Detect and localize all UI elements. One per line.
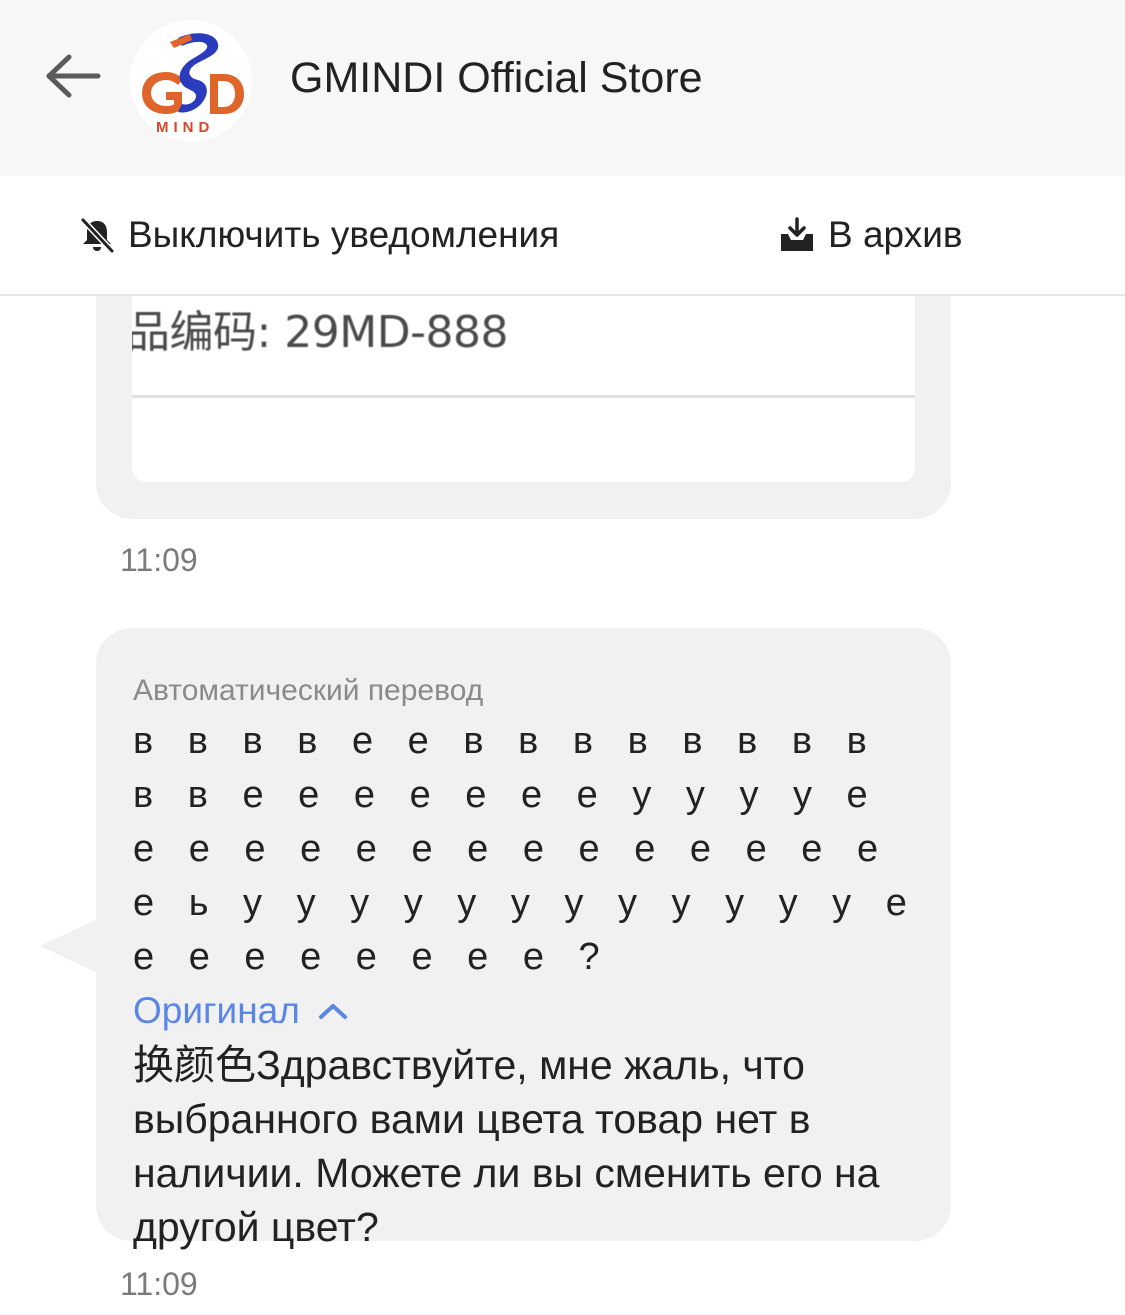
chat-header: MIND GMINDI Official Store bbox=[0, 0, 1125, 176]
product-card[interactable]: …… … … ……. … … 品编码: 29MD-888 bbox=[132, 296, 915, 482]
auto-translation-label: Автоматический перевод bbox=[133, 674, 484, 707]
original-toggle-label: Оригинал bbox=[133, 990, 300, 1031]
card-divider bbox=[132, 395, 915, 398]
chat-actions-bar: Выключить уведомления В архив bbox=[0, 176, 1125, 296]
logo-mind-text: MIND bbox=[156, 119, 214, 136]
archive-button[interactable]: В архив bbox=[778, 210, 963, 260]
chat-messages[interactable]: …… … … ……. … … 品编码: 29MD-888 11:09 Автом… bbox=[0, 296, 1125, 1315]
store-logo: MIND bbox=[130, 20, 252, 142]
message-timestamp: 11:09 bbox=[120, 1266, 198, 1302]
message-timestamp: 11:09 bbox=[120, 542, 198, 578]
mute-notifications-label: Выключить уведомления bbox=[128, 214, 560, 255]
arrow-left-icon bbox=[46, 54, 101, 98]
translated-text: в в в в е е в в в в в в в в в в е е е е … bbox=[133, 720, 916, 978]
original-toggle[interactable]: Оригинал bbox=[133, 984, 348, 1038]
archive-tray-icon bbox=[781, 217, 813, 251]
archive-label: В архив bbox=[828, 214, 963, 255]
message-bubble-translated[interactable]: Автоматический перевод в в в в е е в в в… bbox=[96, 628, 951, 1250]
mute-notifications-button[interactable]: Выключить уведомления bbox=[78, 210, 559, 260]
chevron-up-icon bbox=[318, 1004, 347, 1019]
store-title[interactable]: GMINDI Official Store bbox=[290, 50, 703, 106]
message-bubble[interactable]: …… … … ……. … … 品编码: 29MD-888 bbox=[96, 296, 951, 519]
product-code-text: 品编码: 29MD-888 bbox=[132, 307, 509, 358]
bubble-tail bbox=[40, 918, 100, 974]
original-text: 换颜色Здравствуйте, мне жаль, что выбранног… bbox=[133, 1042, 880, 1250]
store-avatar[interactable]: MIND bbox=[130, 20, 252, 142]
bell-off-icon bbox=[80, 217, 115, 254]
back-button[interactable] bbox=[38, 44, 106, 108]
